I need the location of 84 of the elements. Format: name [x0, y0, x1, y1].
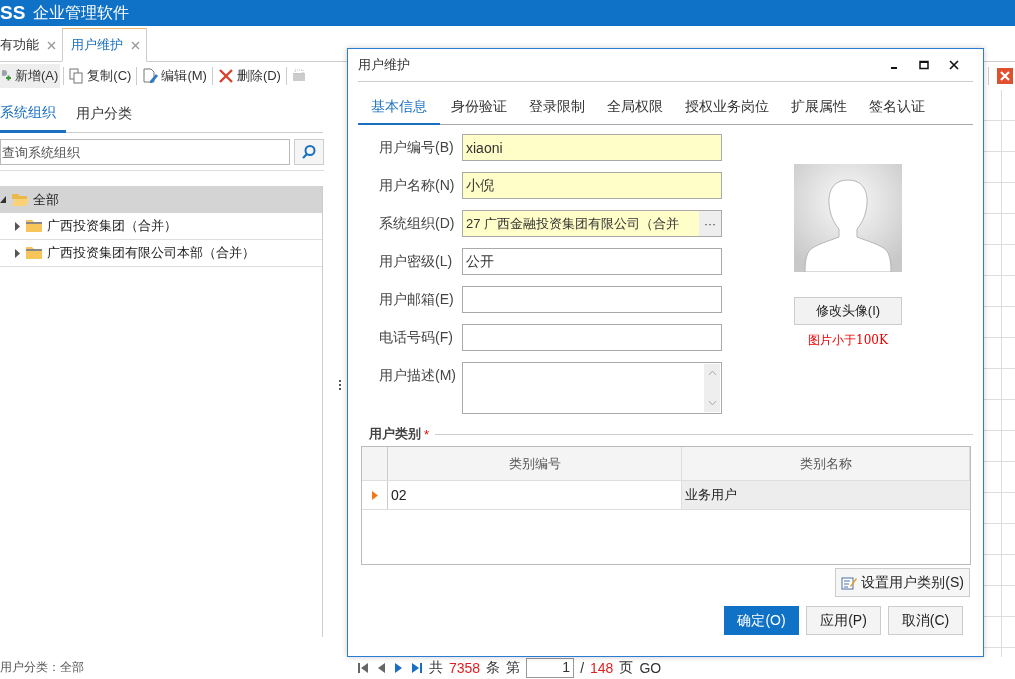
- page-count: 148: [590, 660, 614, 676]
- edit-form-icon: [841, 575, 858, 590]
- dialog-tab[interactable]: 扩展属性: [780, 90, 858, 124]
- tree-label: 广西投资集团有限公司本部（合并）: [47, 244, 255, 262]
- table-cell: 业务用户: [682, 481, 970, 509]
- pager-text: 第: [506, 659, 521, 677]
- input-field[interactable]: [462, 324, 722, 351]
- edit-icon: [142, 68, 159, 84]
- tree-label: 全部: [33, 190, 59, 209]
- field-label: 用户描述(M): [379, 366, 457, 385]
- input-field[interactable]: 小倪: [462, 172, 722, 199]
- search-icon: [301, 144, 318, 160]
- field-label: 用户名称(N): [379, 176, 456, 195]
- collapse-arrow-icon[interactable]: [0, 195, 7, 204]
- current-row-icon: [371, 490, 378, 500]
- field-label: 用户编号(B): [379, 138, 455, 157]
- panel-tab[interactable]: 用户分类: [66, 96, 142, 132]
- close-icon[interactable]: [949, 60, 959, 70]
- tab-label: 有功能: [0, 36, 39, 54]
- search-button[interactable]: [294, 139, 324, 165]
- pager-text: 条: [486, 659, 501, 677]
- input-field[interactable]: [462, 286, 722, 313]
- input-field[interactable]: xiaoni: [462, 134, 722, 161]
- expand-arrow-icon[interactable]: [14, 248, 21, 258]
- tree-item[interactable]: 广西投资集团（合并）: [0, 213, 322, 240]
- field-label: 用户邮箱(E): [379, 290, 455, 309]
- column-header[interactable]: 类别名称: [682, 447, 970, 480]
- dialog-title: 用户维护: [358, 56, 410, 74]
- app-logo: SS: [0, 2, 26, 24]
- add-user-icon: [2, 68, 12, 84]
- column-header[interactable]: 类别编号: [388, 447, 682, 480]
- app-title: 企业管理软件: [33, 2, 130, 23]
- page-tab[interactable]: 有功能: [0, 29, 62, 61]
- toolbar-button[interactable]: 编辑(M): [140, 64, 209, 88]
- pager-text: 页: [619, 659, 634, 677]
- input-field[interactable]: 公开: [462, 248, 722, 275]
- table-cell: 02: [388, 481, 682, 509]
- tree-item[interactable]: 全部: [0, 186, 322, 213]
- page-tab[interactable]: 用户维护: [62, 28, 147, 62]
- dialog-button[interactable]: 取消(C): [888, 606, 963, 635]
- first-page-icon[interactable]: [357, 662, 369, 674]
- print-icon: [291, 68, 306, 84]
- pager-text: 共: [429, 659, 443, 677]
- toolbar-button[interactable]: 删除(D): [215, 64, 283, 88]
- pager-text: /: [580, 660, 585, 676]
- folder-icon: [25, 219, 43, 233]
- last-page-icon[interactable]: [411, 662, 423, 674]
- dialog-tab[interactable]: 授权业务岗位: [674, 90, 780, 124]
- splitter-handle[interactable]: [339, 380, 341, 392]
- dialog-tab[interactable]: 基本信息: [358, 90, 440, 125]
- toolbar-button[interactable]: 新增(A): [0, 64, 61, 88]
- tree-item[interactable]: 广西投资集团有限公司本部（合并）: [0, 240, 322, 267]
- set-category-button[interactable]: 设置用户类别(S): [835, 568, 970, 597]
- change-avatar-button[interactable]: 修改头像(I): [794, 297, 902, 325]
- panel-tab[interactable]: 系统组织: [0, 96, 66, 133]
- folder-icon: [25, 246, 43, 260]
- dialog-button[interactable]: 确定(O): [724, 606, 799, 635]
- picker-field[interactable]: 27 广西金融投资集团有限公司（合并 ···: [462, 210, 722, 237]
- record-count: 7358: [449, 660, 481, 676]
- tree-label: 广西投资集团（合并）: [47, 217, 177, 235]
- dialog-button[interactable]: 应用(P): [806, 606, 881, 635]
- dialog-tab[interactable]: 登录限制: [518, 90, 596, 124]
- dialog-tab[interactable]: 签名认证: [858, 90, 936, 124]
- open-folder-icon: [11, 192, 29, 207]
- maximize-icon[interactable]: [919, 60, 929, 70]
- status-text: 用户分类：全部: [0, 659, 85, 676]
- tab-label: 用户维护: [71, 36, 123, 54]
- page-field[interactable]: 1: [526, 658, 575, 678]
- field-label: 系统组织(D): [379, 214, 456, 233]
- go-link[interactable]: GO: [639, 660, 662, 676]
- toolbar-button[interactable]: 复制(C): [67, 64, 134, 88]
- size-hint: 图片小于100K: [808, 332, 888, 349]
- required-mark: *: [424, 426, 430, 442]
- field-label: 用户密级(L): [379, 252, 454, 271]
- delete-icon: [217, 68, 234, 84]
- field-label: 电话号码(F): [379, 328, 454, 347]
- expand-arrow-icon[interactable]: [14, 221, 21, 231]
- browse-button[interactable]: ···: [699, 211, 721, 236]
- dialog-tab[interactable]: 身份验证: [440, 90, 518, 124]
- copy-icon: [69, 68, 85, 84]
- description-field[interactable]: [462, 362, 722, 414]
- dialog-tab[interactable]: 全局权限: [596, 90, 674, 124]
- section-title: 用户类别: [369, 425, 421, 443]
- search-field[interactable]: 查询系统组织: [0, 139, 291, 165]
